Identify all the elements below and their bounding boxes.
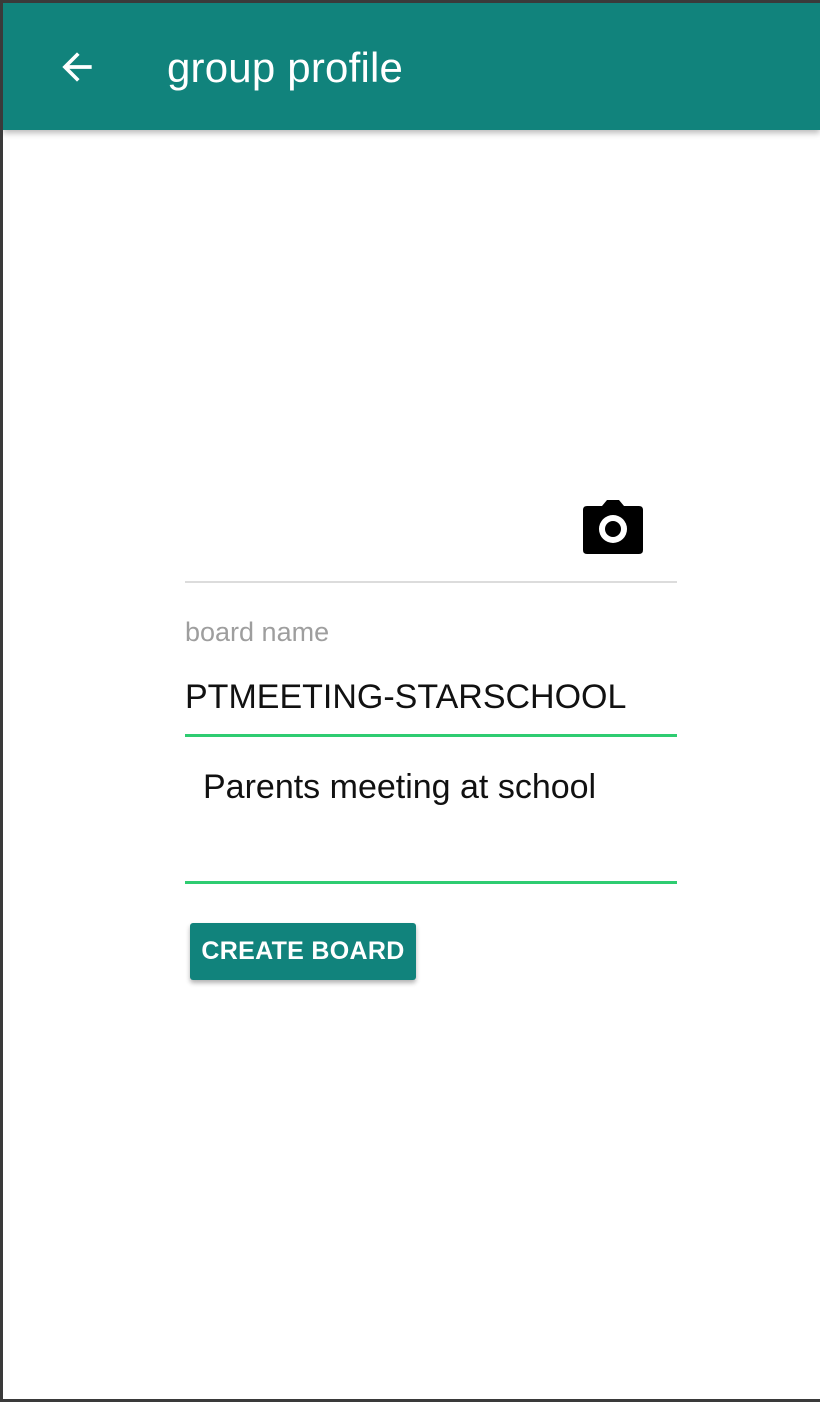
board-description-underline bbox=[185, 881, 677, 884]
app-bar: group profile bbox=[3, 3, 820, 130]
board-name-input[interactable] bbox=[185, 671, 677, 723]
arrow-left-icon bbox=[62, 52, 92, 82]
avatar-divider bbox=[185, 581, 677, 583]
page-title: group profile bbox=[167, 44, 404, 91]
change-photo-button[interactable] bbox=[581, 500, 645, 558]
board-name-underline bbox=[185, 734, 677, 737]
camera-icon bbox=[583, 500, 643, 554]
back-button[interactable] bbox=[43, 33, 111, 101]
board-description-input[interactable]: Parents meeting at school bbox=[185, 765, 677, 865]
create-board-button[interactable]: CREATE BOARD bbox=[190, 923, 416, 980]
board-name-label: board name bbox=[185, 617, 330, 647]
app-screen: group profile board name Parents meeting… bbox=[0, 0, 820, 1402]
